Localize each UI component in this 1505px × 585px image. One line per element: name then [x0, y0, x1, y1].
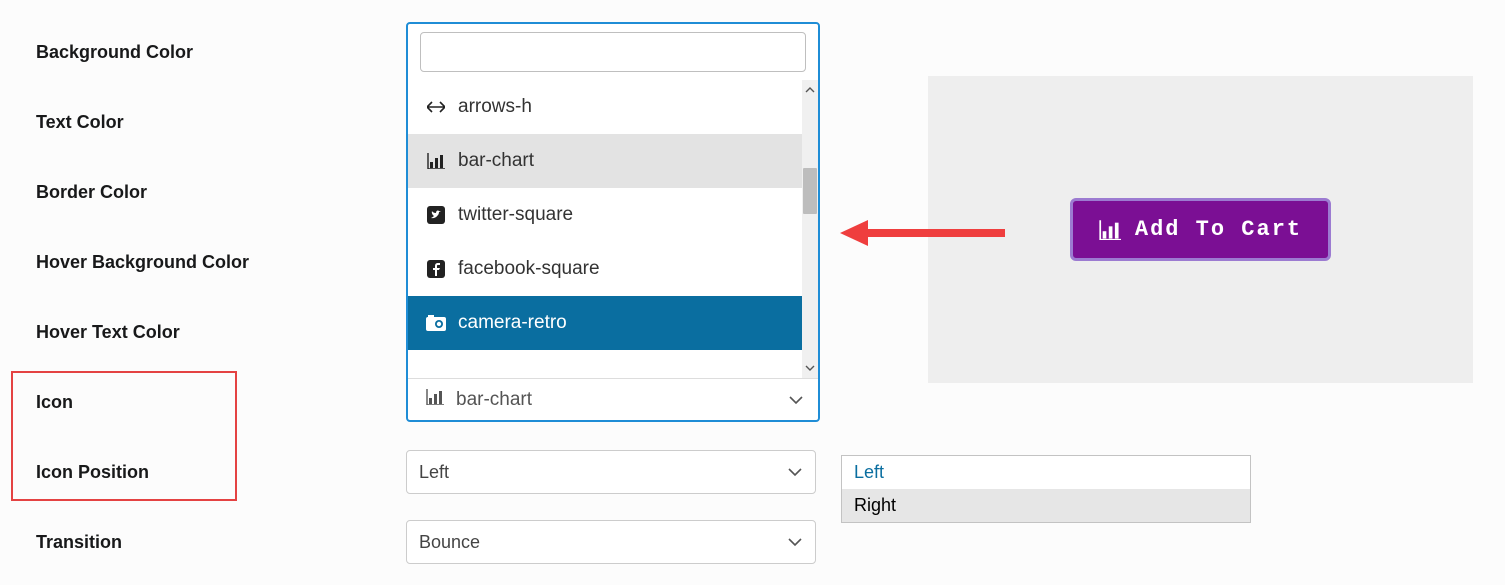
chevron-down-icon	[788, 392, 804, 408]
facebook-square-icon	[426, 260, 446, 278]
option-label: Right	[854, 495, 896, 515]
icon-option-label: camera-retro	[458, 312, 567, 334]
icon-option-camera-retro[interactable]: camera-retro	[408, 296, 818, 350]
label-text-color: Text Color	[36, 112, 406, 133]
icon-option-label: facebook-square	[458, 258, 600, 280]
label-background-color: Background Color	[36, 42, 406, 63]
bar-chart-icon	[1099, 220, 1121, 240]
scroll-up-button[interactable]	[802, 80, 818, 100]
icon-option-facebook-square[interactable]: facebook-square	[408, 242, 818, 296]
twitter-square-icon	[426, 206, 446, 224]
camera-retro-icon	[426, 315, 446, 331]
icon-option-label: arrows-h	[458, 96, 532, 118]
icon-options-list: arrows-h bar-chart twitter-square facebo…	[408, 80, 818, 378]
icon-position-option-left[interactable]: Left	[842, 456, 1250, 489]
icon-option-label: twitter-square	[458, 204, 573, 226]
icon-dropdown-scrollbar[interactable]	[802, 80, 818, 378]
icon-position-option-right[interactable]: Right	[842, 489, 1250, 522]
label-hover-text-color: Hover Text Color	[36, 322, 406, 343]
arrows-h-icon	[426, 101, 446, 113]
chevron-down-icon	[787, 464, 803, 480]
icon-option-twitter-square[interactable]: twitter-square	[408, 188, 818, 242]
icon-selected-display[interactable]: bar-chart	[408, 378, 818, 420]
bar-chart-icon	[426, 153, 446, 169]
icon-position-options-popup[interactable]: Left Right	[841, 455, 1251, 523]
icon-option-label: bar-chart	[458, 150, 534, 172]
icon-position-select[interactable]: Left	[406, 450, 816, 494]
icon-dropdown[interactable]: arrows-h bar-chart twitter-square facebo…	[406, 22, 820, 422]
icon-search-input[interactable]	[421, 33, 805, 71]
icon-search-input-wrapper	[420, 32, 806, 72]
label-border-color: Border Color	[36, 182, 406, 203]
icon-option-arrows-h[interactable]: arrows-h	[408, 80, 818, 134]
chevron-down-icon	[787, 534, 803, 550]
label-hover-background-color: Hover Background Color	[36, 252, 406, 273]
preview-add-to-cart-button[interactable]: Add To Cart	[1070, 198, 1331, 261]
preview-panel: Add To Cart	[928, 76, 1473, 383]
icon-selected-label: bar-chart	[456, 389, 532, 411]
preview-button-label: Add To Cart	[1135, 217, 1302, 242]
transition-value: Bounce	[419, 532, 480, 553]
icon-option-bar-chart[interactable]: bar-chart	[408, 134, 818, 188]
label-icon-position: Icon Position	[36, 462, 406, 483]
label-transition: Transition	[36, 532, 406, 553]
scroll-thumb[interactable]	[803, 168, 817, 214]
bar-chart-icon	[426, 389, 444, 411]
scroll-down-button[interactable]	[802, 358, 818, 378]
option-label: Left	[854, 462, 884, 482]
icon-position-value: Left	[419, 462, 449, 483]
transition-select[interactable]: Bounce	[406, 520, 816, 564]
label-icon: Icon	[36, 392, 406, 413]
